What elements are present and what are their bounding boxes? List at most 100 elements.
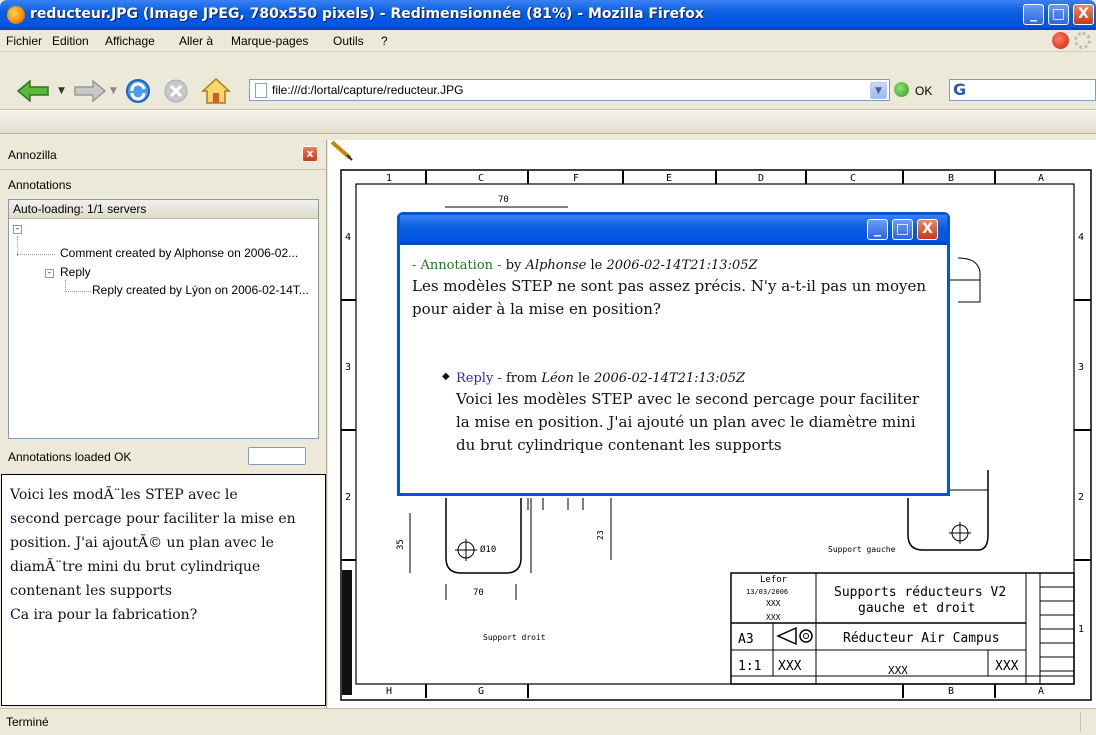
tb-xxx: XXX	[778, 659, 802, 674]
pencil-annotation-icon	[330, 140, 353, 161]
reply-from-text: from	[505, 371, 538, 386]
note-line: diamÃ¨tre mini du brut cylindrique	[10, 559, 261, 575]
annotation-note-text[interactable]: Voici les modÃ¨les STEP avec le second p…	[1, 474, 326, 706]
tb-project: Réducteur Air Campus	[843, 631, 1000, 646]
annotation-text: Les modèles STEP ne sont pas assez préci…	[412, 277, 927, 318]
popup-minimize-button[interactable]: _	[867, 219, 888, 240]
dimension-label: 35	[396, 539, 406, 550]
zone-label: 1	[386, 173, 392, 184]
bullet-icon: ◆	[442, 371, 450, 382]
annotations-tree[interactable]: Auto-loading: 1/1 servers - Comment crea…	[8, 199, 319, 439]
minimize-button[interactable]: _	[1023, 4, 1044, 25]
label-support-gauche: Support gauche	[828, 545, 896, 554]
tree-item-reply-group[interactable]: Reply	[60, 265, 91, 279]
annotation-popup[interactable]: _ □ X - Annotation - by Alphonse le 2006…	[397, 212, 950, 496]
menu-edition[interactable]: Edition	[52, 34, 89, 48]
zone-label: B	[948, 173, 954, 184]
dimension-label: 70	[498, 195, 509, 205]
dimension-label: Ø10	[480, 544, 496, 555]
back-dropdown-icon[interactable]: ▼	[58, 86, 65, 96]
annotation-content: - Annotation - by Alphonse le 2006-02-14…	[412, 258, 937, 454]
reply-text: Voici les modèles STEP avec le second pe…	[456, 390, 920, 454]
tb-date: 13/03/2006	[746, 588, 788, 596]
zone-label: C	[850, 173, 856, 184]
sidebar-close-button[interactable]: x	[302, 146, 318, 162]
tb-xxx: XXX	[766, 613, 781, 622]
tb-format: A3	[738, 632, 754, 647]
note-line: position. J'ai ajoutÃ© un plan avec le	[10, 535, 274, 551]
menu-outils[interactable]: Outils	[333, 34, 364, 48]
google-search-icon: G	[953, 80, 967, 99]
close-button[interactable]: X	[1073, 4, 1094, 25]
back-arrow-icon[interactable]	[16, 80, 50, 102]
menu-aller-a[interactable]: Aller à	[179, 34, 213, 48]
note-line: Ca ira pour la fabrication?	[10, 607, 198, 623]
reply-date: 2006-02-14T21:13:05Z	[593, 371, 746, 386]
collapse-toggle-icon[interactable]: -	[13, 225, 22, 234]
reply-collapse-icon[interactable]: -	[45, 269, 54, 278]
menu-bar: Fichier Edition Affichage Aller à Marque…	[0, 30, 1096, 52]
progress-bar	[248, 447, 306, 465]
dimension-label: 23	[596, 530, 605, 540]
zone-label: 3	[345, 362, 351, 373]
annotation-link[interactable]: - Annotation -	[412, 258, 502, 273]
tb-xxx: XXX	[888, 664, 908, 677]
annotation-author: Alphonse	[525, 258, 587, 273]
zone-label: H	[386, 686, 392, 697]
zone-label: 2	[1078, 492, 1084, 503]
zone-label: G	[478, 686, 484, 697]
tree-item-reply[interactable]: Reply created by Lýon on 2006-02-14T...	[92, 283, 309, 297]
zone-label: D	[758, 173, 764, 184]
page-icon	[255, 83, 267, 98]
label-support-droit: Support droit	[483, 633, 546, 642]
load-status: Annotations loaded OK	[8, 445, 319, 467]
zone-label: 2	[345, 492, 351, 503]
reply-block: ◆ Reply - from Léon le 2006-02-14T21:13:…	[442, 371, 936, 457]
popup-titlebar[interactable]: _ □ X	[400, 215, 947, 245]
zone-label: F	[573, 173, 579, 184]
tb-name: Lefor	[760, 575, 788, 585]
go-button[interactable]: OK	[915, 84, 932, 98]
tree-item-comment[interactable]: Comment created by Alphonse on 2006-02..…	[60, 246, 298, 260]
menu-affichage[interactable]: Affichage	[105, 34, 155, 48]
projection-symbol-icon	[776, 626, 813, 646]
annotation-meta: - Annotation - by Alphonse le 2006-02-14…	[412, 258, 937, 273]
menu-help[interactable]: ?	[381, 34, 388, 48]
annotation-date: 2006-02-14T21:13:05Z	[606, 258, 758, 273]
popup-maximize-button[interactable]: □	[892, 219, 913, 240]
annozilla-sidebar: Annozilla x Annotations Auto-loading: 1/…	[0, 140, 327, 708]
reload-icon[interactable]	[124, 77, 152, 105]
zone-label: A	[1038, 686, 1044, 697]
popup-close-button[interactable]: X	[917, 219, 938, 240]
home-icon[interactable]	[201, 77, 231, 105]
zone-label: 4	[345, 232, 351, 243]
zone-label: E	[666, 173, 672, 184]
status-bar: Terminé	[0, 708, 1096, 735]
window-titlebar[interactable]: reducteur.JPG (Image JPEG, 780x550 pixel…	[0, 0, 1096, 30]
go-icon[interactable]	[894, 82, 909, 97]
tb-scale: 1:1	[738, 659, 761, 674]
annotations-label: Annotations	[8, 178, 72, 192]
url-field[interactable]: file:///d:/lortal/capture/reducteur.JPG …	[249, 79, 890, 101]
zone-label: 4	[1078, 232, 1084, 243]
maximize-button[interactable]: □	[1048, 4, 1069, 25]
forward-arrow-icon[interactable]	[73, 80, 107, 102]
url-dropdown-icon[interactable]: ▼	[870, 82, 887, 99]
throbber-icon	[1074, 32, 1091, 49]
reply-author: Léon	[541, 371, 574, 386]
url-text: file:///d:/lortal/capture/reducteur.JPG	[272, 83, 464, 97]
alert-icon[interactable]	[1052, 32, 1069, 49]
resize-grip-icon[interactable]	[1080, 712, 1094, 732]
note-line: second percage pour faciliter la mise en	[10, 511, 296, 527]
zone-label: A	[1038, 173, 1044, 184]
forward-dropdown-icon[interactable]: ▼	[110, 86, 117, 96]
stop-icon[interactable]	[163, 78, 189, 104]
menu-fichier[interactable]: Fichier	[6, 34, 42, 48]
firefox-logo-icon	[7, 6, 25, 24]
zone-label: 3	[1078, 362, 1084, 373]
reply-le-text: le	[577, 371, 590, 386]
window-title: reducteur.JPG (Image JPEG, 780x550 pixel…	[30, 6, 704, 22]
reply-link[interactable]: Reply -	[456, 371, 502, 386]
menu-marque-pages[interactable]: Marque-pages	[231, 34, 308, 48]
search-input[interactable]: G	[949, 79, 1096, 101]
